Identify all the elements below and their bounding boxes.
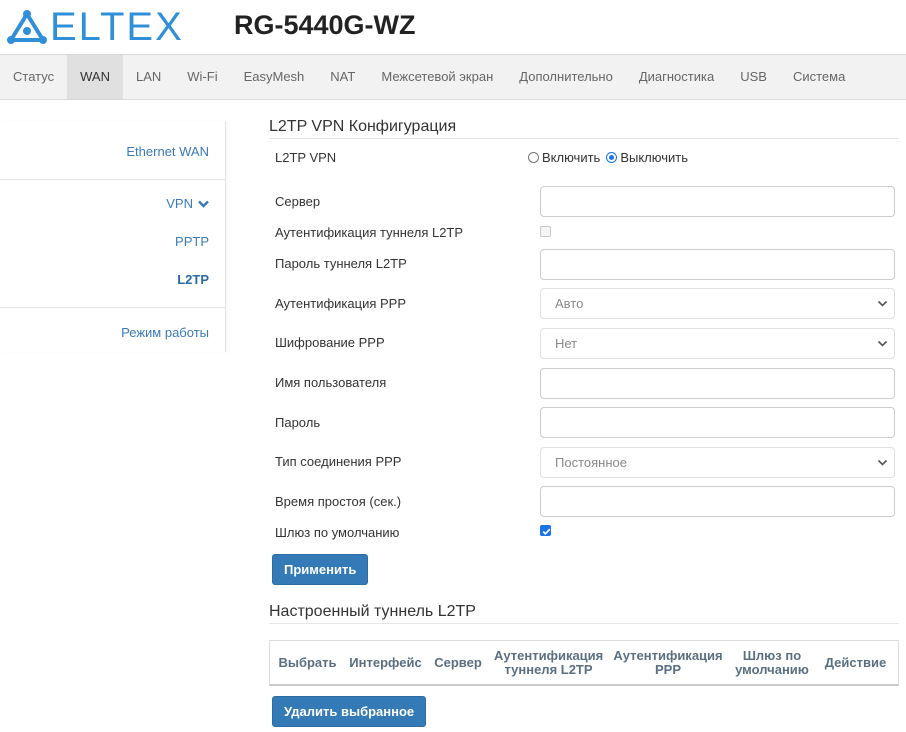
delete-selected-button[interactable]: Удалить выбранное <box>272 696 427 727</box>
tunnel-auth-checkbox[interactable] <box>540 226 551 237</box>
password-input[interactable] <box>540 407 895 438</box>
idle-time-label: Время простоя (сек.) <box>275 494 402 509</box>
tunnel-password-input[interactable] <box>540 249 895 280</box>
chevron-down-icon <box>877 300 888 307</box>
column-header-ppp-auth: Аутентификация PPP <box>613 647 723 677</box>
nav-diagnostics[interactable]: Диагностика <box>626 55 727 99</box>
tunnel-auth-label: Аутентификация туннеля L2TP <box>275 225 464 240</box>
sidebar-item-ethernet-wan[interactable]: Ethernet WAN <box>126 144 209 159</box>
ppp-auth-label: Аутентификация PPP <box>275 296 406 311</box>
disable-radio[interactable] <box>606 152 618 163</box>
sidebar: Ethernet WAN VPN PPTP L2TP Режим работы <box>0 121 226 352</box>
nav-lan[interactable]: LAN <box>123 55 174 99</box>
tunnels-table: Выбрать Интерфейс Сервер Аутентификация … <box>269 640 899 686</box>
column-header-select: Выбрать <box>278 654 337 670</box>
ppp-encryption-label: Шифрование PPP <box>275 335 385 350</box>
column-header-default-gateway: Шлюз по умолчанию <box>735 647 809 677</box>
tunnel-password-label: Пароль туннеля L2TP <box>275 256 407 271</box>
nav-system[interactable]: Система <box>780 55 858 99</box>
ppp-auth-value: Авто <box>555 296 584 311</box>
sidebar-item-pptp[interactable]: PPTP <box>175 234 209 249</box>
sidebar-item-mode[interactable]: Режим работы <box>121 325 209 340</box>
l2tp-vpn-label: L2TP VPN <box>275 150 337 165</box>
username-label: Имя пользователя <box>275 375 387 390</box>
server-input[interactable] <box>540 186 895 217</box>
ppp-auth-select[interactable]: Авто <box>540 288 895 319</box>
nav-wifi[interactable]: Wi-Fi <box>174 55 230 99</box>
nav-nat[interactable]: NAT <box>317 55 368 99</box>
nav-wan[interactable]: WAN <box>67 55 123 99</box>
sidebar-item-vpn[interactable]: VPN <box>166 196 209 211</box>
device-model: RG-5440G-WZ <box>234 10 416 40</box>
brand-name: ELTEX <box>50 5 184 49</box>
nav-easymesh[interactable]: EasyMesh <box>231 55 318 99</box>
default-gateway-label: Шлюз по умолчанию <box>275 525 400 540</box>
username-input[interactable] <box>540 368 895 399</box>
eltex-logo[interactable]: ELTEX <box>6 7 184 47</box>
column-header-tunnel-auth: Аутентификация туннеля L2TP <box>494 647 604 677</box>
password-label: Пароль <box>275 415 321 430</box>
column-header-interface: Интерфейс <box>349 654 422 670</box>
apply-button[interactable]: Применить <box>272 554 369 585</box>
eltex-logo-icon <box>7 10 47 44</box>
connection-type-label: Тип соединения PPP <box>275 454 402 469</box>
sidebar-item-l2tp[interactable]: L2TP <box>177 272 209 287</box>
enable-radio[interactable] <box>528 152 539 163</box>
header: ELTEX RG-5440G-WZ <box>0 0 906 54</box>
ppp-encryption-value: Нет <box>555 336 578 351</box>
top-navigation: Статус WAN LAN Wi-Fi EasyMesh NAT Межсет… <box>0 54 906 100</box>
enable-radio-label[interactable]: Включить <box>542 150 600 165</box>
idle-time-input[interactable] <box>540 486 895 517</box>
sidebar-item-vpn-label: VPN <box>166 196 193 211</box>
config-title: L2TP VPN Конфигурация <box>269 118 899 139</box>
column-header-action: Действие <box>824 654 887 670</box>
server-label: Сервер <box>275 194 321 209</box>
sidebar-divider <box>0 307 225 308</box>
default-gateway-checkbox[interactable] <box>540 525 551 536</box>
chevron-down-icon <box>877 340 888 347</box>
tunnels-title: Настроенный туннель L2TP <box>269 603 899 624</box>
checkmark-icon <box>542 528 551 536</box>
disable-radio-label[interactable]: Выключить <box>620 150 688 165</box>
nav-advanced[interactable]: Дополнительно <box>506 55 626 99</box>
chevron-down-icon <box>877 459 888 466</box>
connection-type-select[interactable]: Постоянное <box>540 447 895 478</box>
l2tp-vpn-toggle: Включить Выключить <box>528 150 694 165</box>
column-header-server: Сервер <box>434 654 482 670</box>
nav-usb[interactable]: USB <box>727 55 780 99</box>
sidebar-divider <box>0 179 225 180</box>
nav-firewall[interactable]: Межсетевой экран <box>368 55 506 99</box>
connection-type-value: Постоянное <box>555 455 627 470</box>
chevron-down-icon <box>198 200 209 208</box>
ppp-encryption-select[interactable]: Нет <box>540 328 895 359</box>
nav-status[interactable]: Статус <box>0 55 67 99</box>
